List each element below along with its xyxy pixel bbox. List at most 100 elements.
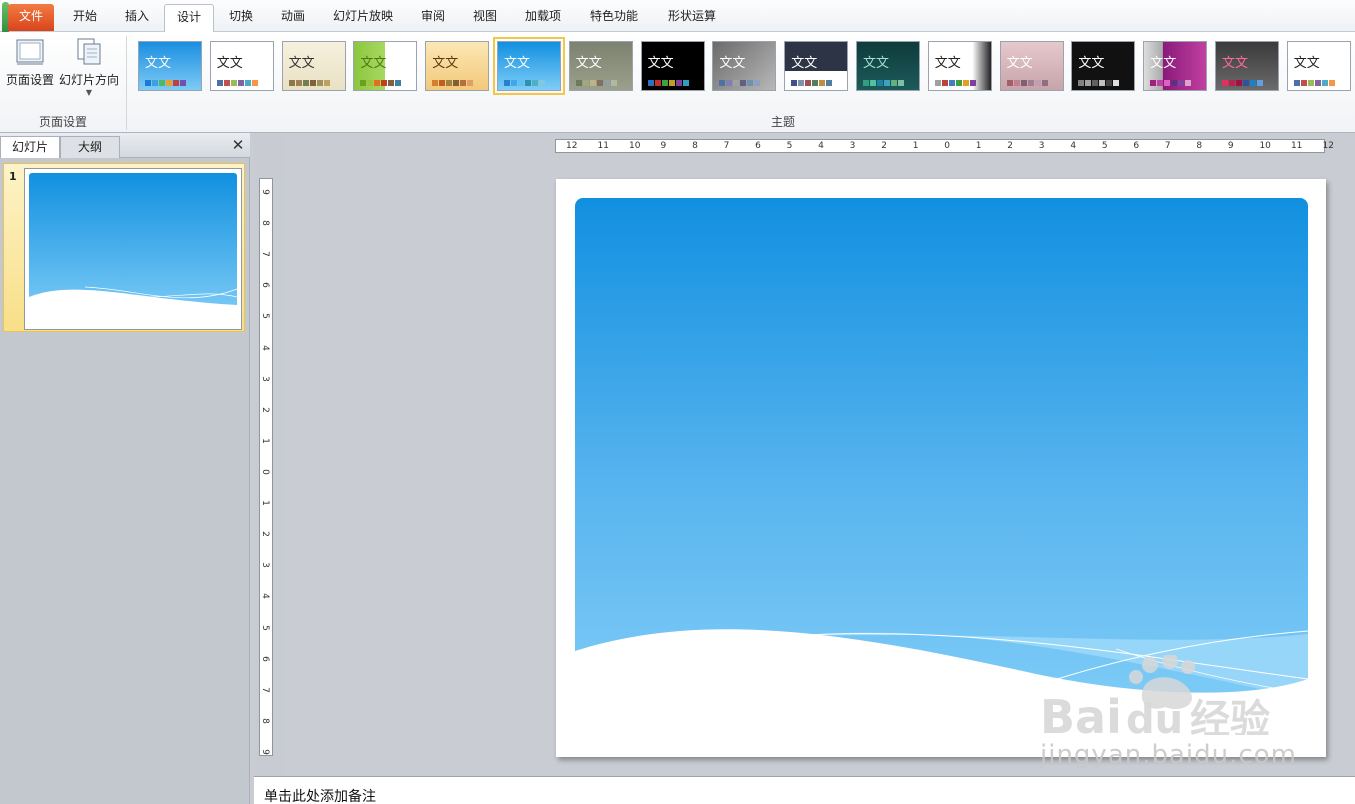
theme-sample-text: 文文 xyxy=(1078,56,1105,71)
close-icon[interactable]: ✕ xyxy=(230,136,246,154)
theme-thumbnail[interactable]: 文文 xyxy=(568,41,633,91)
tab-slideshow[interactable]: 幻灯片放映 xyxy=(324,4,402,31)
notes-placeholder[interactable]: 单击此处添加备注 xyxy=(264,786,376,804)
theme-color-swatches xyxy=(360,80,402,86)
ruler-tick-label: 6 xyxy=(259,655,270,662)
ruler-tick-label: 0 xyxy=(259,469,270,475)
ruler-tick-label: 0 xyxy=(944,141,950,151)
chevron-down-icon[interactable]: ▼ xyxy=(58,88,120,97)
tab-transitions[interactable]: 切换 xyxy=(218,4,264,31)
theme-color-swatches xyxy=(288,80,331,86)
theme-thumbnail[interactable]: 文文 xyxy=(425,41,490,91)
tab-addins[interactable]: 加载项 xyxy=(518,4,568,31)
theme-sample-text: 文文 xyxy=(504,56,531,71)
ruler-tick-label: 2 xyxy=(259,531,270,538)
theme-sample-text: 文文 xyxy=(1222,56,1249,71)
tab-insert[interactable]: 插入 xyxy=(114,4,160,31)
page-setup-button[interactable]: 页面设置 xyxy=(4,37,56,88)
theme-color-swatches xyxy=(863,80,905,86)
theme-color-swatches xyxy=(575,80,618,86)
ruler-tick-label: 5 xyxy=(1101,141,1108,151)
theme-sample-text: 文文 xyxy=(360,56,387,71)
theme-thumbnail[interactable]: 文文 xyxy=(1071,41,1136,91)
ruler-tick-label: 9 xyxy=(259,749,270,755)
ruler-tick-label: 10 xyxy=(629,141,641,151)
theme-sample-text: 文文 xyxy=(934,56,961,71)
ruler-tick-label: 2 xyxy=(881,141,887,151)
group-divider xyxy=(126,36,127,130)
theme-sample-text: 文文 xyxy=(1006,56,1033,71)
theme-sample-text: 文文 xyxy=(719,56,746,71)
theme-color-swatches xyxy=(1078,80,1120,86)
theme-color-swatches xyxy=(791,80,833,86)
slide-thumbnail[interactable] xyxy=(24,168,242,330)
ruler-tick-label: 4 xyxy=(259,344,270,351)
ruler-tick-label: 6 xyxy=(1133,141,1140,151)
theme-thumbnail[interactable]: 文文 xyxy=(1286,41,1351,91)
theme-color-swatches xyxy=(216,80,259,86)
theme-color-swatches xyxy=(1222,80,1264,86)
svg-text:du: du xyxy=(1126,697,1183,735)
tab-view[interactable]: 视图 xyxy=(462,4,508,31)
notes-pane[interactable]: 单击此处添加备注 xyxy=(254,776,1355,804)
slide-thumbnail-item[interactable]: 1 xyxy=(3,163,245,332)
wps-presentation-window: 文件 开始 插入 设计 切换 动画 幻灯片放映 审阅 视图 加载项 特色功能 形… xyxy=(0,0,1355,804)
ruler-tick-label: 1 xyxy=(912,141,919,151)
slide-number: 1 xyxy=(9,170,17,183)
theme-thumbnail[interactable]: 文文 xyxy=(1215,41,1279,91)
slide-orientation-icon xyxy=(73,37,105,67)
theme-thumbnail[interactable]: 文文 xyxy=(712,41,777,91)
tab-shape-ops[interactable]: 形状运算 xyxy=(660,4,724,31)
menu-bar: 文件 开始 插入 设计 切换 动画 幻灯片放映 审阅 视图 加载项 特色功能 形… xyxy=(0,0,1355,34)
ruler-tick-label: 6 xyxy=(755,141,761,151)
ruler-tick-label: 9 xyxy=(660,141,667,151)
ruler-tick-label: 3 xyxy=(259,562,270,569)
ruler-tick-label: 11 xyxy=(1290,141,1303,151)
tab-outline[interactable]: 大纲 xyxy=(60,136,120,158)
ruler-tick-label: 3 xyxy=(259,375,270,382)
tab-animations[interactable]: 动画 xyxy=(270,4,316,31)
slide-orientation-button[interactable]: 幻灯片方向 ▼ xyxy=(58,37,120,97)
ruler-tick-label: 5 xyxy=(786,141,793,151)
ruler-tick-label: 8 xyxy=(1196,141,1203,151)
tab-review[interactable]: 审阅 xyxy=(410,4,456,31)
theme-thumbnail[interactable]: 文文 xyxy=(784,41,849,91)
theme-thumbnail[interactable]: 文文 xyxy=(493,37,565,95)
theme-thumbnail[interactable]: 文文 xyxy=(353,41,418,91)
theme-color-swatches xyxy=(145,80,187,86)
tab-design[interactable]: 设计 xyxy=(164,4,214,32)
theme-thumbnail[interactable]: 文文 xyxy=(281,41,346,91)
theme-color-swatches xyxy=(432,80,474,86)
theme-color-swatches xyxy=(719,80,761,86)
watermark-logo-text: Bai xyxy=(1040,690,1122,735)
theme-sample-text: 文文 xyxy=(216,56,243,71)
ruler-tick-label: 2 xyxy=(259,406,270,413)
theme-color-swatches xyxy=(1150,80,1192,86)
vertical-ruler[interactable]: 9 8 7 6 5 4 3 2 1 0 1 2 3 4 5 6 7 8 9 xyxy=(259,178,273,756)
ruler-tick-label: 7 xyxy=(1164,141,1171,151)
ruler-tick-label: 9 xyxy=(1227,141,1234,151)
theme-color-swatches xyxy=(1293,80,1336,86)
theme-color-swatches xyxy=(934,80,977,86)
theme-sample-text: 文文 xyxy=(1150,56,1177,71)
theme-thumbnail[interactable]: 文文 xyxy=(856,41,920,91)
tab-slides[interactable]: 幻灯片 xyxy=(0,136,60,158)
group-label-theme: 主题 xyxy=(770,115,795,129)
horizontal-ruler[interactable]: 12 11 10 9 8 7 6 5 4 3 2 1 0 1 2 3 4 5 6 7 8 9 10 11 12 xyxy=(555,139,1334,153)
group-label-page-setup: 页面设置 xyxy=(38,115,87,129)
theme-thumbnail[interactable]: 文文 xyxy=(1143,41,1208,91)
ruler-tick-label: 7 xyxy=(259,686,270,693)
ribbon: 页面设置 幻灯片方向 ▼ 页面设置 文文 文文 文文 文文 文文 文文 文文 文文 文文 文文 文文… xyxy=(0,32,1355,133)
ruler-tick-label: 1 xyxy=(259,438,270,444)
ruler-tick-label: 8 xyxy=(259,220,270,226)
ruler-tick-label: 8 xyxy=(692,141,698,151)
tab-home[interactable]: 开始 xyxy=(62,4,108,31)
ruler-tick-label: 9 xyxy=(259,189,270,195)
theme-thumbnail[interactable]: 文文 xyxy=(138,41,202,91)
theme-thumbnail[interactable]: 文文 xyxy=(927,41,992,91)
theme-thumbnail[interactable]: 文文 xyxy=(999,41,1064,91)
tab-features[interactable]: 特色功能 xyxy=(582,4,646,31)
file-menu-button[interactable]: 文件 xyxy=(8,4,54,31)
theme-thumbnail[interactable]: 文文 xyxy=(209,41,274,91)
theme-thumbnail[interactable]: 文文 xyxy=(640,41,705,91)
